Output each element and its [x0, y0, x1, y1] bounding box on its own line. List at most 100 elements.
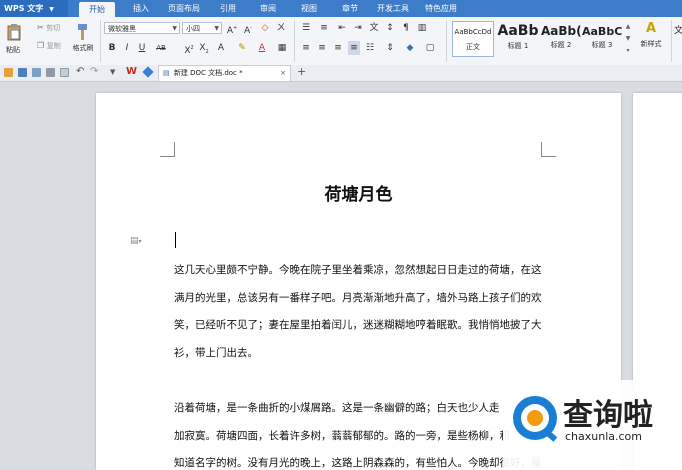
text-tool-icon[interactable]: 文 [674, 23, 682, 36]
highlight-icon[interactable]: ✎ [236, 41, 248, 55]
divider [100, 20, 101, 62]
style-label: 正文 [466, 43, 480, 51]
text-effect-icon[interactable]: A [215, 41, 227, 55]
copy-label: 复制 [46, 42, 61, 50]
distribute-icon[interactable]: ☷ [364, 41, 376, 55]
app-menu-button[interactable]: WPS 文字 ▼ [0, 0, 68, 17]
chinese-layout-icon[interactable]: 文 [368, 21, 380, 35]
strikethrough-icon[interactable]: AB [152, 41, 170, 55]
tab-special[interactable]: 特色应用 [418, 0, 464, 17]
divider [671, 20, 672, 62]
paintbrush-icon [78, 24, 87, 40]
style-label: 标题 1 [507, 42, 529, 50]
new-style-button[interactable]: A 新样式 [636, 21, 666, 49]
tab-page-layout[interactable]: 页面布局 [161, 0, 207, 17]
scissors-icon: ✂ [37, 23, 44, 32]
justify-icon[interactable]: ≡ [348, 41, 360, 55]
watermark: 查询啦 chaxunla.com [503, 380, 682, 470]
grow-font-icon[interactable]: A+ [225, 21, 239, 36]
format-painter-button[interactable]: 格式刷 [70, 23, 96, 53]
export-pdf-icon[interactable] [60, 68, 69, 77]
print-icon[interactable] [46, 68, 55, 77]
document-tab[interactable]: ▤ 新建 DOC 文档.doc * × [158, 65, 291, 81]
paragraph-line[interactable]: 笑，已经听不见了；妻在屋里拍着闰儿，迷迷糊糊地哼着眠歌。我悄悄地披了大 [174, 317, 542, 332]
divider [294, 20, 295, 62]
tab-view[interactable]: 视图 [291, 0, 327, 17]
close-icon[interactable]: × [280, 66, 286, 81]
chevron-down-icon: ▼ [49, 6, 54, 13]
paragraph-line[interactable]: 这几天心里颇不宁静。今晚在院子里坐着乘凉，忽然想起日日走过的荷塘，在这 [174, 262, 542, 277]
style-normal[interactable]: AaBbCcDd 正文 [452, 21, 494, 57]
paste-button[interactable]: 粘贴 [6, 23, 28, 55]
font-size-select[interactable]: 小四 ▼ [182, 22, 222, 34]
align-right-icon[interactable]: ≡ [332, 41, 344, 55]
save-icon[interactable] [18, 68, 27, 77]
paragraph-line[interactable]: 加寂寞。荷塘四面，长着许多树，蓊蓊郁郁的。路的一旁，是些杨柳，和 [174, 428, 510, 443]
chevron-down-icon: ▼ [214, 25, 219, 32]
align-left-icon[interactable]: ≡ [300, 41, 312, 55]
doc-icon: ▤ [163, 69, 170, 77]
paragraph-line[interactable]: 衫，带上门出去。 [174, 345, 258, 360]
tab-insert[interactable]: 插入 [123, 0, 159, 17]
chevron-down-icon: ▼ [172, 25, 177, 32]
clear-format-icon[interactable]: ◇ [258, 21, 272, 35]
cloud-icon[interactable] [142, 66, 154, 78]
numbered-list-icon[interactable]: ≡ [318, 21, 330, 35]
shrink-font-icon[interactable]: A- [241, 21, 255, 36]
ribbon: 粘贴 ✂ 剪切 ❐ 复制 格式刷 微软雅黑 ▼ 小四 ▼ A+ A- ◇ ㄨ B I… [0, 17, 682, 66]
show-marks-icon[interactable]: ¶ [400, 21, 412, 35]
style-preview: AaBbC [582, 25, 622, 38]
chevron-down-icon[interactable]: ▼ [110, 68, 115, 76]
char-shading-icon[interactable]: ▦ [276, 41, 288, 55]
bold-icon[interactable]: B [106, 41, 118, 55]
border-icon[interactable]: ▢ [424, 41, 436, 55]
font-color-icon[interactable]: A [256, 41, 268, 55]
indent-icon[interactable]: ⇥ [352, 21, 364, 35]
margin-corner [541, 142, 556, 157]
style-heading-3[interactable]: AaBbC 标题 3 [582, 21, 622, 57]
shading-icon[interactable]: ◆ [404, 41, 416, 55]
undo-icon[interactable]: ↶ [76, 66, 84, 77]
style-preview: AaBb [497, 23, 539, 39]
subscript-icon[interactable]: X2 [198, 41, 210, 55]
copy-icon: ❐ [37, 41, 45, 50]
app-name: WPS 文字 [4, 4, 44, 13]
new-tab-icon[interactable]: + [297, 65, 306, 78]
tab-references[interactable]: 引用 [210, 0, 246, 17]
font-name-select[interactable]: 微软雅黑 ▼ [104, 22, 180, 34]
tab-developer[interactable]: 开发工具 [370, 0, 416, 17]
document-tab-label: 新建 DOC 文档.doc * [173, 69, 243, 77]
margin-corner [160, 142, 175, 157]
tab-home[interactable]: 开始 [79, 2, 115, 17]
table-icon[interactable]: ▥ [416, 21, 428, 35]
phonetic-icon[interactable]: ㄨ [274, 21, 288, 35]
print-preview-icon[interactable] [32, 68, 41, 77]
menu-bar: WPS 文字 ▼ 开始 插入 页面布局 引用 审阅 视图 章节 开发工具 特色应用 [0, 0, 682, 17]
bullet-list-icon[interactable]: ☰ [300, 21, 312, 35]
paragraph-line[interactable]: 满月的光里，总该另有一番样子吧。月亮渐渐地升高了，墙外马路上孩子们的欢 [174, 290, 542, 305]
superscript-icon[interactable]: X2 [183, 41, 195, 56]
tab-review[interactable]: 审阅 [250, 0, 286, 17]
paragraph-line[interactable]: 沿着荷塘，是一条曲折的小煤屑路。这是一条幽僻的路；白天也少人走 [174, 400, 500, 415]
sort-icon[interactable]: ↕ [384, 21, 396, 35]
redo-icon[interactable]: ↷ [90, 66, 98, 77]
italic-icon[interactable]: I [121, 41, 133, 55]
open-icon[interactable] [4, 68, 13, 77]
styles-scroll[interactable]: ▲ ▼ ▾ [624, 21, 632, 57]
copy-button[interactable]: ❐ 复制 [37, 41, 61, 51]
align-center-icon[interactable]: ≡ [316, 41, 328, 55]
outdent-icon[interactable]: ⇤ [336, 21, 348, 35]
style-heading-2[interactable]: AaBb( 标题 2 [541, 21, 581, 57]
cut-button[interactable]: ✂ 剪切 [37, 23, 60, 33]
document-title[interactable]: 荷塘月色 [96, 180, 621, 205]
style-preview: AaBbCcDd [454, 28, 492, 36]
style-heading-1[interactable]: AaBb 标题 1 [496, 21, 540, 57]
new-style-icon: A [645, 21, 657, 36]
tab-chapter[interactable]: 章节 [332, 0, 368, 17]
paragraph-line[interactable]: 知道名字的树。没有月光的晚上，这路上阴森森的，有些怕人。今晚却很好，虽 [174, 455, 542, 470]
style-label: 标题 3 [591, 41, 613, 49]
underline-icon[interactable]: U [136, 41, 148, 55]
paragraph-handle-icon[interactable]: ▤▾ [130, 236, 142, 246]
line-spacing-icon[interactable]: ⇕ [384, 41, 396, 55]
wps-logo-icon[interactable]: W [126, 66, 137, 77]
